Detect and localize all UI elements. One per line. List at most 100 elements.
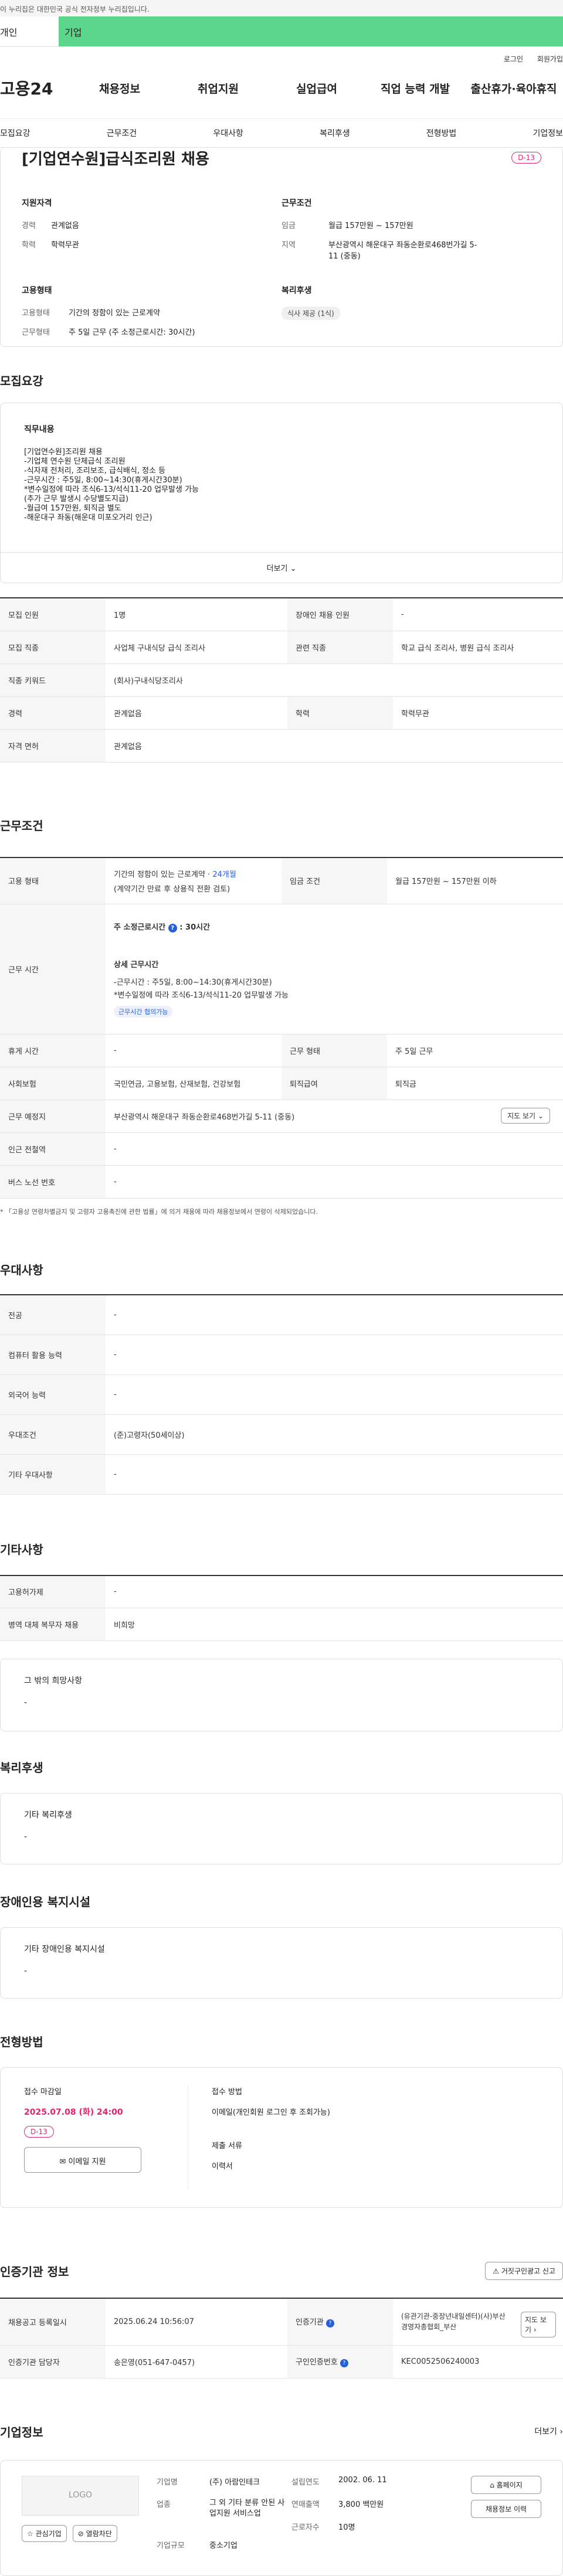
org-label: 인증기관 ? [287,2298,393,2346]
table-row: 모집 직종 사업체 구내식당 급식 조리사 관련 직종 학교 급식 조리사, 병원 급… [0,631,563,664]
gov-notice: 이 누리집은 대한민국 공식 전자정부 누리집입니다. [0,0,563,16]
gnb-employment-support[interactable]: 취업지원 [169,80,267,96]
recruit-table: 모집 인원 1명 장애인 채용 인원 - 모집 직종 사업체 구내식당 급식 조리사 관련 … [0,597,563,763]
detail-line: *변수일정에 따라 조식6-13/석식11-20 업무발생 가능 [114,991,289,1000]
info-icon[interactable]: ? [168,924,177,933]
row-value: - [106,1335,563,1375]
interest-label: 관심기업 [35,2529,62,2538]
founded-value: 2002. 06. 11 [338,2475,387,2485]
reg-label: 채용공고 등록일시 [0,2298,106,2346]
benefit-box-value: - [24,1832,28,1842]
chevron-down-icon: ⌄ [290,564,297,573]
info-icon[interactable]: ? [325,2319,334,2328]
contract-period-link[interactable]: 24개월 [212,870,236,879]
agency-map-button[interactable]: 지도 보기 › [521,2312,556,2337]
emptype-value: 기간의 정함이 있는 근로계약 [69,309,160,318]
benefit-section: 복리후생 기타 복리후생 - [0,1758,563,1864]
offer-label-text: 구인인증번호 [296,2358,338,2367]
section-nav-benefit[interactable]: 복리후생 [320,127,350,139]
chevron-right-icon: › [559,2427,563,2437]
section-nav-company[interactable]: 기업정보 [533,127,563,139]
etc-section: 기타사항 고용허가제 - 병역 대체 복무자 채용 비희망 그 밖의 희망사항 - [0,1540,563,1731]
row-value: 퇴직금 [387,1067,563,1100]
table-row: 병역 대체 복무자 채용 비희망 [0,1608,563,1641]
row-value: 주 5일 근무 [387,1034,563,1067]
gnb-jobs[interactable]: 채용정보 [70,80,169,96]
section-nav-screen[interactable]: 전형방법 [426,127,457,139]
site-logo[interactable]: 고용24 [0,76,70,100]
map-button[interactable]: 지도 보기 ⌄ [501,1108,550,1124]
duty-label: 직무내용 [24,425,55,434]
recruit-title: 모집요강 [0,374,43,388]
row-value: 관계없음 [106,729,563,763]
interest-company-button[interactable]: ☆ 관심기업 [22,2524,67,2542]
row-value: 1명 [106,598,287,631]
tab-personal[interactable]: 개인 [0,16,59,46]
screen-title: 전형방법 [0,2035,43,2049]
tab-business[interactable]: 기업 [59,16,563,46]
section-nav-recruit[interactable]: 모집요강 [0,127,30,139]
duty-line: *변수일정에 따라 조식6-13/석식11-20 업무발생 가능 [24,485,199,494]
row-label: 경력 [0,696,106,730]
disabled-box: 기타 장애인용 복지시설 - [0,1927,563,1999]
emp-type-label: 고용 형태 [0,857,106,904]
staff-label: 근로자수 [291,2523,320,2532]
login-link[interactable]: 로그인 [504,55,523,63]
user-type-tabs: 개인 기업 [0,16,563,47]
report-fake-ad-button[interactable]: ⚠ 거짓구인광고 신고 [485,2262,563,2280]
duty-text: [기업연수원]조리원 채용 -기업체 연수원 단체급식 조리원 -식자재 전처리, … [24,448,539,523]
cond-title: 근무조건 [282,199,312,208]
agency-section: 인증기관 정보 ⚠ 거짓구인광고 신고 채용공고 등록일시 2025.06.24… [0,2262,563,2378]
job-title: [기업연수원]급식조리원 채용 [22,150,209,168]
gnb-maternity-leave[interactable]: 출산휴가·육아휴직 [464,80,563,96]
company-title: 기업정보 [0,2425,43,2439]
emp-title: 고용형태 [22,286,52,295]
signup-link[interactable]: 회원가입 [537,55,563,63]
docs-value: 이력서 [212,2162,233,2171]
job-history-button[interactable]: 채용정보 이력 [471,2499,541,2518]
emp-type-value: 기간의 정함이 있는 근로계약 · [114,870,213,879]
gnb-job-skills[interactable]: 직업 능력 개발 [366,80,464,96]
qual-title: 지원자격 [22,199,52,208]
info-icon[interactable]: ? [340,2359,348,2367]
table-row: 모집 인원 1명 장애인 채용 인원 - [0,598,563,631]
more-button[interactable]: 더보기 ⌄ [1,552,562,583]
hope-value: - [24,1698,28,1707]
duty-line: (추가 근무 발생시 수당별도지급) [24,495,129,503]
detail-chip: 근무시간 협의가능 [114,1006,173,1018]
row-value: - [106,1034,282,1067]
hours-value: 30시간 [185,923,211,932]
work-hours-label: 근무 시간 [0,904,106,1035]
util-links: 로그인 회원가입 [0,47,563,70]
detail-lines: -근무시간 : 주5일, 8:00~14:30(휴게시간30분) *변수일정에 따… [114,976,555,1002]
row-label: 고용허가제 [0,1575,106,1608]
row-label: 퇴직급여 [282,1067,387,1100]
company-more-link[interactable]: 더보기 › [534,2425,563,2437]
table-row: 직종 키워드 (회사)구내식당조리사 [0,663,563,697]
row-label: 자격 면허 [0,729,106,763]
row-value: 학력무관 [393,696,563,730]
section-nav-pref[interactable]: 우대사항 [213,127,243,139]
table-row: 휴게 시간 - 근무 형태 주 5일 근무 [0,1034,563,1067]
row-value: 사업체 구내식당 급식 조리사 [106,631,287,664]
block-view-button[interactable]: ⊘ 열람차단 [72,2524,117,2542]
section-nav-work[interactable]: 근무조건 [107,127,137,139]
row-label: 사회보험 [0,1067,106,1100]
row-label: 관련 직종 [287,631,393,664]
agency-title: 인증기관 정보 [0,2265,69,2279]
welfare-title: 복리후생 [282,286,312,295]
block-icon: ⊘ [77,2529,84,2538]
section-nav: 모집요강 근무조건 우대사항 복리후생 전형방법 기업정보 [0,118,563,148]
industry-label: 업종 [157,2500,171,2509]
detail-title: 상세 근무시간 [114,961,159,969]
gnb-unemployment-benefit[interactable]: 실업급여 [267,80,366,96]
screen-section: 전형방법 접수 마감일 2025.07.08 (화) 24:00 D-13 ✉ … [0,2033,563,2208]
homepage-button[interactable]: ⌂ 홈페이지 [471,2475,541,2494]
subway-label: 인근 전철역 [0,1132,106,1166]
duty-line: -근무시간 : 주5일, 8:00~14:30(휴게시간30분) [24,476,182,485]
row-value: (회사)구내식당조리사 [106,663,563,697]
email-apply-button[interactable]: ✉ 이메일 지원 [24,2147,141,2173]
reg-value: 2025.06.24 10:56:07 [106,2298,287,2346]
row-value: - [106,1374,563,1415]
homepage-label: 홈페이지 [496,2480,523,2489]
